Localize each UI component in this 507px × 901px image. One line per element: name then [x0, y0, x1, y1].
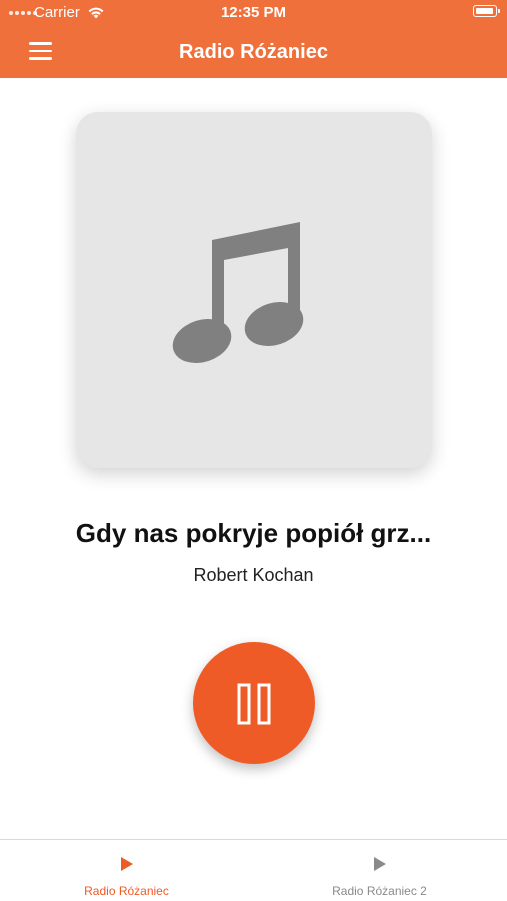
tab-radio-rozaniec[interactable]: Radio Różaniec [0, 840, 253, 901]
pause-button[interactable] [193, 642, 315, 764]
song-title: Gdy nas pokryje popiół grz... [75, 518, 432, 548]
status-bar: Carrier 12:35 PM [0, 0, 507, 26]
song-artist: Robert Kochan [193, 565, 314, 585]
clock: 12:35 PM [220, 4, 287, 21]
tab-label: Radio Różaniec 2 [332, 884, 427, 898]
top-app-bar: Carrier 12:35 PM Radio Różaniec [0, 0, 507, 78]
tab-label: Radio Różaniec [84, 884, 169, 898]
music-note-icon [172, 222, 304, 364]
play-icon [121, 857, 133, 871]
tab-radio-rozaniec-2[interactable]: Radio Różaniec 2 [253, 840, 506, 901]
play-icon [374, 857, 386, 871]
page-title: Radio Różaniec [179, 41, 328, 63]
tab-bar: Radio Różaniec Radio Różaniec 2 [0, 839, 507, 901]
pause-icon [237, 683, 271, 725]
battery-icon [473, 5, 500, 17]
